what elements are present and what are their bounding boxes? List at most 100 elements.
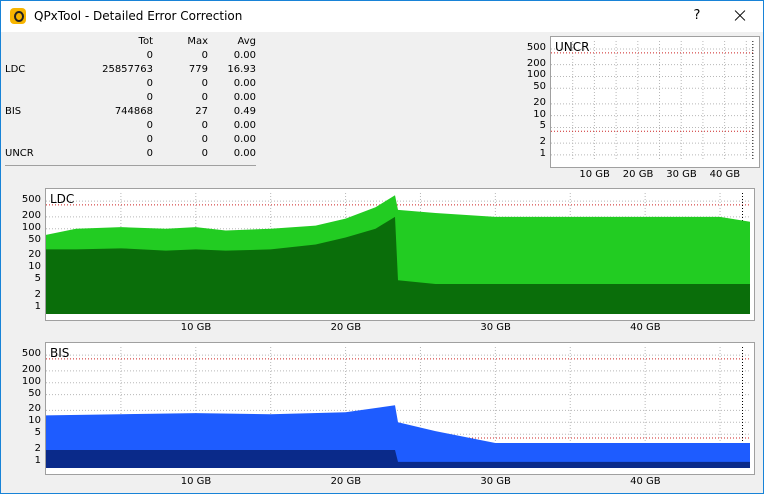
y-tick-label: 200: [21, 209, 41, 221]
stats-avg: 0.00: [233, 78, 256, 89]
help-button[interactable]: ?: [689, 8, 705, 23]
stats-tot: 0: [146, 50, 153, 61]
stats-max: 0: [201, 148, 208, 159]
stats-max: 0: [201, 92, 208, 103]
stats-max: 27: [195, 106, 208, 117]
y-tick-label: 2: [539, 136, 546, 148]
stats-header-tot: Tot: [138, 36, 153, 47]
x-tick-label: 20 GB: [622, 169, 654, 180]
y-tick-label: 100: [21, 375, 41, 387]
x-tick-label: 30 GB: [666, 169, 697, 180]
title-bar: QPxTool - Detailed Error Correction ?: [1, 1, 763, 32]
x-tick-label: 40 GB: [630, 476, 661, 487]
stats-tot: 744868: [114, 106, 153, 117]
qpxtool-window: QPxTool - Detailed Error Correction ? To…: [0, 0, 764, 494]
stats-row-label: [3, 91, 71, 105]
ldc-plot-svg: [46, 193, 750, 314]
y-tick-label: 50: [28, 387, 41, 399]
ldc-chart-title: LDC: [50, 192, 75, 206]
ldc-chart: LDC: [45, 188, 755, 321]
y-tick-label: 200: [526, 57, 546, 69]
stats-row-label: [3, 49, 71, 63]
y-tick-label: 10: [28, 261, 41, 273]
y-tick-label: 1: [539, 147, 546, 159]
y-tick-label: 500: [526, 42, 546, 53]
y-tick-label: 2: [34, 442, 41, 454]
stats-tot: 0: [146, 120, 153, 131]
close-button[interactable]: [728, 5, 752, 27]
stats-avg: 0.00: [233, 50, 256, 61]
stats-max: 0: [201, 120, 208, 131]
stats-tot: 0: [146, 92, 153, 103]
y-tick-label: 500: [21, 194, 41, 206]
y-tick-label: 200: [21, 363, 41, 375]
stats-row-label: [3, 119, 71, 133]
bis-chart: BIS: [45, 342, 755, 475]
stats-row: BIS 744868 27 0.49: [3, 105, 258, 119]
bis-chart-title: BIS: [50, 346, 70, 360]
x-tick-label: 30 GB: [480, 476, 511, 487]
stats-avg: 0.00: [233, 148, 256, 159]
y-tick-label: 1: [34, 300, 41, 312]
stats-max: 0: [201, 78, 208, 89]
uncr-chart-title: UNCR: [555, 40, 590, 54]
x-tick-label: 10 GB: [579, 169, 610, 180]
stats-max: 779: [188, 64, 208, 75]
y-tick-label: 20: [533, 96, 546, 108]
stats-row: 0 0 0.00: [3, 91, 258, 105]
y-tick-label: 5: [34, 427, 41, 439]
y-tick-label: 50: [533, 81, 546, 93]
x-tick-label: 30 GB: [480, 322, 511, 333]
stats-avg: 0.00: [233, 134, 256, 145]
y-tick-label: 20: [28, 249, 41, 261]
stats-row: 0 0 0.00: [3, 119, 258, 133]
x-tick-label: 20 GB: [330, 476, 362, 487]
stats-header-avg: Avg: [237, 36, 256, 47]
stats-header-label: [3, 35, 71, 49]
y-tick-label: 5: [539, 120, 546, 132]
stats-table: Tot Max Avg 0 0 0.00 LDC 25857763 779 16.93 0…: [3, 35, 258, 161]
stats-avg: 0.00: [233, 120, 256, 131]
x-tick-label: 40 GB: [709, 169, 741, 180]
y-tick-label: 100: [526, 69, 546, 81]
stats-tot: 0: [146, 148, 153, 159]
stats-row-label: [3, 133, 71, 147]
uncr-chart: UNCR: [550, 36, 760, 168]
stats-max: 0: [201, 50, 208, 61]
stats-row: LDC 25857763 779 16.93: [3, 63, 258, 77]
stats-row-label: BIS: [5, 106, 22, 117]
stats-row-label: LDC: [5, 64, 26, 75]
stats-row-label: [3, 77, 71, 91]
stats-divider: [5, 165, 256, 166]
x-tick-label: 20 GB: [330, 322, 362, 333]
y-tick-label: 50: [28, 233, 41, 245]
stats-avg: 0.00: [233, 92, 256, 103]
stats-tot: 25857763: [102, 64, 153, 75]
stats-avg: 16.93: [227, 64, 256, 75]
stats-row-label: UNCR: [5, 148, 34, 159]
y-tick-label: 5: [34, 273, 41, 285]
stats-row: UNCR 0 0 0.00: [3, 147, 258, 161]
window-title: QPxTool - Detailed Error Correction: [34, 9, 243, 23]
qpxtool-logo-icon: [10, 8, 26, 24]
y-tick-label: 100: [21, 221, 41, 233]
stats-row: 0 0 0.00: [3, 77, 258, 91]
stats-header-max: Max: [187, 36, 208, 47]
y-tick-label: 20: [28, 403, 41, 415]
x-tick-label: 10 GB: [180, 322, 212, 333]
stats-avg: 0.49: [233, 106, 256, 117]
stats-max: 0: [201, 134, 208, 145]
y-tick-label: 500: [21, 348, 41, 360]
stats-header-row: Tot Max Avg: [3, 35, 258, 49]
stats-tot: 0: [146, 78, 153, 89]
y-tick-label: 1: [34, 454, 41, 466]
y-tick-label: 10: [533, 108, 546, 120]
stats-row: 0 0 0.00: [3, 133, 258, 147]
stats-tot: 0: [146, 134, 153, 145]
y-tick-label: 2: [34, 288, 41, 300]
stats-row: 0 0 0.00: [3, 49, 258, 63]
x-tick-label: 40 GB: [630, 322, 661, 333]
uncr-plot-svg: [551, 41, 755, 161]
y-tick-label: 10: [28, 415, 41, 427]
bis-plot-svg: [46, 347, 750, 468]
